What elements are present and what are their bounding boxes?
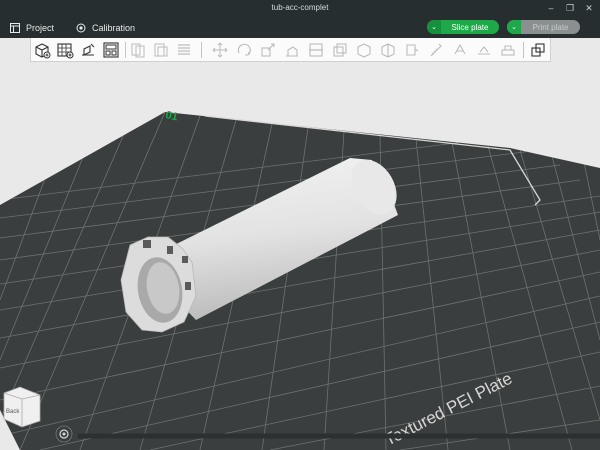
support-paint-icon	[357, 43, 371, 58]
toolbar-separator	[523, 42, 524, 58]
emboss-button[interactable]	[475, 41, 493, 59]
scale-button[interactable]	[259, 41, 277, 59]
emboss-alt-icon	[501, 45, 515, 56]
assembly-view-button[interactable]	[529, 41, 547, 59]
calibration-tab[interactable]: Calibration	[76, 20, 135, 35]
arrange-icon	[103, 42, 119, 58]
view-cube-label: Back	[6, 409, 20, 415]
seam-paint-icon	[381, 43, 395, 58]
scale-icon	[261, 43, 275, 57]
print-plate-label: Print plate	[532, 22, 569, 32]
camera-button[interactable]	[55, 425, 73, 443]
calibration-label: Calibration	[92, 22, 136, 33]
color-paint-button[interactable]	[403, 41, 421, 59]
slice-plate-label: Slice plate	[451, 22, 489, 32]
title-bar: tub-acc-complet – ❐ ✕	[0, 0, 600, 17]
emboss-icon	[478, 46, 490, 55]
cut-icon	[309, 43, 323, 57]
boolean-icon	[333, 43, 347, 57]
camera-icon	[55, 425, 73, 443]
main-toolbar	[30, 38, 551, 62]
rotate-button[interactable]	[235, 41, 253, 59]
project-tab[interactable]: Project	[10, 20, 54, 35]
3d-viewport[interactable]: 01 Textured PEI Plate	[0, 62, 600, 450]
arrange-button[interactable]	[102, 41, 120, 59]
boolean-button[interactable]	[331, 41, 349, 59]
print-dropdown-chevron-icon[interactable]: ⌄	[507, 20, 521, 34]
print-plate-button[interactable]: ⌄ Print plate	[507, 20, 580, 34]
view-cube-icon: Back	[3, 386, 41, 428]
cut-button[interactable]	[307, 41, 325, 59]
auto-orient-icon	[82, 43, 95, 56]
restore-button[interactable]: ❐	[563, 2, 577, 15]
seam-paint-button[interactable]	[379, 41, 397, 59]
color-paint-icon	[406, 44, 419, 56]
add-object-button[interactable]	[33, 41, 51, 59]
minimize-button[interactable]: –	[544, 2, 558, 15]
layers-icon	[178, 44, 190, 55]
add-plate-button[interactable]	[56, 41, 74, 59]
split-objects-icon	[131, 43, 145, 58]
toolbar-separator	[201, 42, 202, 58]
split-parts-button[interactable]	[152, 41, 170, 59]
split-parts-icon	[154, 43, 168, 57]
lay-on-face-button[interactable]	[283, 41, 301, 59]
plate-number: 01	[164, 109, 178, 123]
menu-bar: Project Calibration ⌄ Slice plate ⌄ Prin…	[0, 17, 600, 38]
slice-plate-button[interactable]: ⌄ Slice plate	[427, 20, 499, 34]
text-icon	[454, 43, 466, 55]
text-button[interactable]	[451, 41, 469, 59]
toolbar-separator	[125, 42, 126, 58]
view-cube[interactable]: Back	[0, 383, 42, 428]
project-icon	[10, 22, 20, 33]
close-button[interactable]: ✕	[582, 2, 596, 15]
auto-orient-button[interactable]	[79, 41, 97, 59]
split-objects-button[interactable]	[129, 41, 147, 59]
layers-button[interactable]	[175, 41, 193, 59]
rotate-icon	[237, 43, 251, 56]
window-title: tub-acc-complet	[271, 3, 329, 12]
move-icon	[212, 42, 228, 58]
emboss-alt-button[interactable]	[499, 41, 517, 59]
support-paint-button[interactable]	[355, 41, 373, 59]
add-plate-icon	[57, 43, 74, 59]
calibration-icon	[76, 23, 86, 32]
move-button[interactable]	[211, 41, 229, 59]
assembly-view-icon	[531, 43, 545, 57]
measure-icon	[430, 43, 442, 57]
lay-on-face-icon	[286, 46, 298, 57]
add-object-icon	[35, 43, 51, 59]
measure-button[interactable]	[427, 41, 445, 59]
slice-dropdown-chevron-icon[interactable]: ⌄	[427, 20, 441, 34]
project-label: Project	[26, 22, 55, 33]
